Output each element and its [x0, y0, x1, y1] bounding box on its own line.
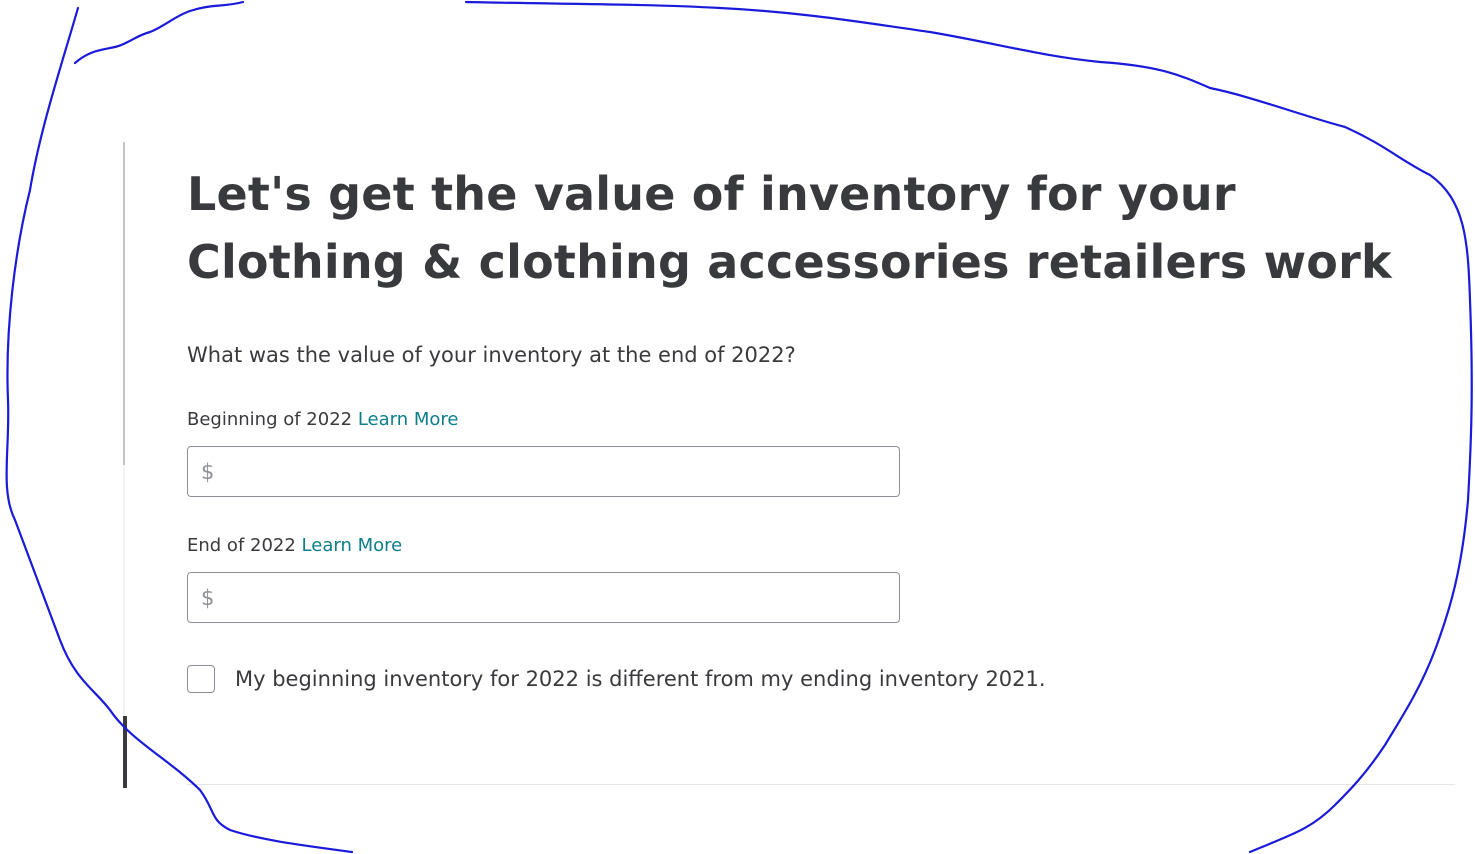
- ending-inventory-input[interactable]: [222, 573, 892, 622]
- section-divider: [187, 784, 1455, 785]
- annotation-stroke-top-left: [73, 0, 245, 65]
- beginning-inventory-field[interactable]: $: [187, 446, 900, 497]
- dollar-sign-icon: $: [201, 586, 215, 610]
- progress-marker: [123, 716, 127, 788]
- beginning-inventory-learn-more-link[interactable]: Learn More: [358, 409, 459, 430]
- beginning-inventory-label-text: Beginning of 2022: [187, 409, 353, 430]
- inventory-question: What was the value of your inventory at …: [187, 343, 796, 367]
- scrollbar-thumb[interactable]: [123, 142, 125, 465]
- different-inventory-option[interactable]: My beginning inventory for 2022 is diffe…: [187, 663, 1046, 694]
- different-inventory-checkbox-label[interactable]: My beginning inventory for 2022 is diffe…: [235, 664, 1046, 694]
- beginning-inventory-label: Beginning of 2022 Learn More: [187, 407, 459, 433]
- ending-inventory-label-text: End of 2022: [187, 535, 296, 556]
- beginning-inventory-input[interactable]: [222, 447, 892, 496]
- dollar-sign-icon: $: [201, 460, 215, 484]
- different-inventory-checkbox[interactable]: [187, 664, 215, 693]
- ending-inventory-field[interactable]: $: [187, 572, 900, 623]
- ending-inventory-label: End of 2022 Learn More: [187, 533, 402, 559]
- ending-inventory-learn-more-link[interactable]: Learn More: [302, 535, 403, 556]
- page-title: Let's get the value of inventory for you…: [187, 167, 1392, 289]
- annotation-stroke-top-right: [464, 0, 1473, 854]
